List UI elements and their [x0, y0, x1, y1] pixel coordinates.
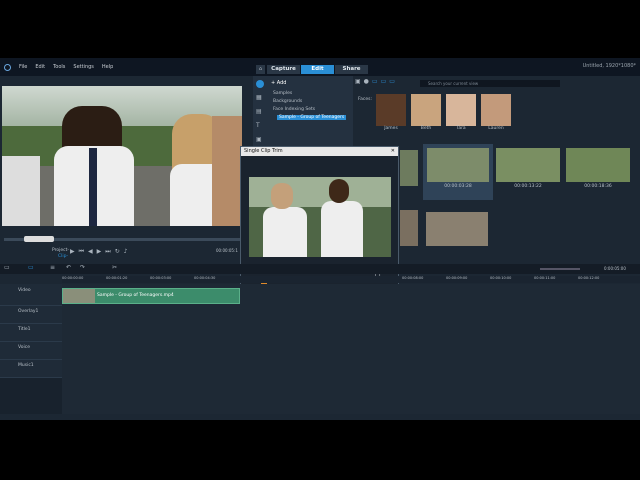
window-title: Untitled, 1920*1080* — [582, 63, 636, 69]
view-audio-icon[interactable]: ▭ — [389, 78, 395, 88]
split-icon[interactable]: ✂ — [112, 264, 117, 272]
tab-capture[interactable]: Capture — [267, 65, 300, 74]
face-label: Tara — [456, 126, 466, 131]
add-label: Add — [276, 80, 287, 86]
preview-video — [2, 86, 242, 226]
track-label: Voice — [18, 345, 30, 350]
timeline-ruler[interactable]: 00:00:00:00 00:00:01:20 00:00:03:00 00:0… — [62, 276, 640, 283]
clip-label: Sample - Group of Teenagers.mp4 — [97, 293, 174, 298]
clip-mode-label[interactable]: Clip- — [58, 254, 68, 259]
graphics-icon[interactable]: ▣ — [256, 136, 262, 144]
track-label: Title1 — [18, 327, 31, 332]
home-start-icon[interactable]: ⏮ — [79, 248, 84, 256]
tree-item-backgrounds[interactable]: Backgrounds — [273, 99, 302, 104]
face-beth[interactable]: Beth — [411, 94, 441, 131]
clip-thumbnail-3[interactable]: 00:00:18:36 — [566, 148, 630, 196]
dialog-titlebar: Single Clip Trim ✕ — [241, 147, 398, 156]
clip-thumbnail-2[interactable]: 00:00:13:22 — [496, 148, 560, 196]
clip-duration: 00:00:13:22 — [514, 184, 542, 189]
face-label: Beth — [420, 126, 432, 131]
tree-item-group-teenagers[interactable]: Sample - Group of Teenagers — [277, 115, 347, 120]
instant-project-icon[interactable]: ▦ — [256, 94, 262, 102]
track-headers: Video Overlay1 Title1 Voice Music1 — [0, 284, 62, 414]
clip-thumbnail-4[interactable] — [400, 210, 418, 246]
timeline-timecode: 0:00:05:00 — [604, 266, 626, 271]
dialog-title: Single Clip Trim — [244, 148, 283, 154]
video-clip[interactable]: Sample - Group of Teenagers.mp4 — [62, 288, 240, 304]
faces-label: Faces: — [358, 97, 373, 102]
zoom-slider[interactable] — [540, 268, 580, 270]
ruler-tick: 00:00:00:00 — [62, 276, 84, 280]
end-icon[interactable]: ⏭ — [105, 248, 110, 256]
import-media-icon[interactable]: ▣ — [355, 78, 361, 88]
menu-edit[interactable]: Edit — [35, 64, 45, 70]
search-input[interactable]: Search your current view — [420, 80, 560, 87]
track-header-title1[interactable]: Title1 — [0, 324, 62, 342]
tree-item-face-indexing[interactable]: Face Indexing Sets — [273, 107, 315, 112]
menu-settings[interactable]: Settings — [73, 64, 94, 70]
home-icon[interactable]: ⌂ — [256, 65, 265, 74]
add-folder-button[interactable]: + Add — [271, 80, 286, 86]
repeat-icon[interactable]: ↻ — [115, 248, 120, 256]
clip-thumbnail-5[interactable] — [426, 212, 488, 246]
ruler-tick: 00:00:09:00 — [446, 276, 468, 280]
view-photo-icon[interactable]: ▭ — [381, 78, 387, 88]
timeline-tracks[interactable]: Sample - Group of Teenagers.mp4 — [62, 284, 640, 414]
face-james[interactable]: James — [376, 94, 406, 131]
track-label: Video — [18, 288, 31, 293]
face-label: Lauren — [488, 126, 504, 131]
play-icon[interactable]: ▶ — [70, 248, 75, 256]
track-header-voice[interactable]: Voice — [0, 342, 62, 360]
title-icon[interactable]: T — [256, 122, 260, 130]
app-logo-icon — [4, 63, 11, 71]
track-header-video[interactable]: Video — [0, 284, 62, 306]
ruler-tick: 00:00:11:00 — [534, 276, 556, 280]
volume-icon[interactable]: ♪ — [124, 248, 128, 256]
track-header-overlay1[interactable]: Overlay1 — [0, 306, 62, 324]
tab-edit[interactable]: Edit — [301, 65, 334, 74]
face-lauren[interactable]: Lauren — [481, 94, 511, 131]
trim-preview-video — [249, 177, 391, 257]
faces-row: James Beth Tara Lauren — [376, 94, 511, 131]
transition-icon[interactable]: ▤ — [256, 108, 262, 116]
ruler-tick: 00:00:12:00 — [578, 276, 600, 280]
next-frame-icon[interactable]: ▶ — [97, 248, 102, 256]
tracks-icon[interactable]: ≡ — [50, 264, 55, 272]
ruler-tick: 00:00:04:30 — [194, 276, 216, 280]
clip-duration: 00:00:03:28 — [444, 184, 472, 189]
menu-file[interactable]: File — [19, 64, 27, 70]
track-header-music1[interactable]: Music1 — [0, 360, 62, 378]
preview-scrubber[interactable] — [4, 236, 240, 242]
clip-thumbnail-1[interactable]: 00:00:03:28 — [423, 144, 493, 200]
application-window: File Edit Tools Settings Help Untitled, … — [0, 58, 640, 420]
ruler-tick: 00:00:08:00 — [402, 276, 424, 280]
track-label: Music1 — [18, 363, 34, 368]
playback-controls: ▶ ⏮ ◀ ▶ ⏭ ↻ ♪ — [70, 248, 128, 256]
view-video-icon[interactable]: ▭ — [372, 78, 378, 88]
menu-help[interactable]: Help — [102, 64, 113, 70]
timeline-view-icon[interactable]: ▭ — [28, 264, 34, 272]
tab-share[interactable]: Share — [335, 65, 368, 74]
menu-tools[interactable]: Tools — [53, 64, 65, 70]
ruler-tick: 00:00:03:00 — [150, 276, 172, 280]
previous-frame-icon[interactable]: ◀ — [88, 248, 93, 256]
tree-item-samples[interactable]: Samples — [273, 91, 292, 96]
track-label: Overlay1 — [18, 309, 39, 314]
preview-timecode: 00:00:05:1 — [216, 248, 238, 253]
record-icon[interactable]: ● — [364, 78, 369, 88]
face-tara[interactable]: Tara — [446, 94, 476, 131]
clip-duration: 00:00:18:36 — [584, 184, 612, 189]
ruler-tick: 00:00:10:00 — [490, 276, 512, 280]
undo-icon[interactable]: ↶ — [66, 264, 71, 272]
face-label: James — [384, 126, 398, 131]
storyboard-icon[interactable]: ▭ — [4, 264, 10, 272]
timeline-toolbar: ▭ ▭ ≡ ↶ ↷ ✂ 0:00:05:00 — [0, 264, 640, 274]
redo-icon[interactable]: ↷ — [80, 264, 85, 272]
close-icon[interactable]: ✕ — [391, 147, 395, 156]
ruler-tick: 00:00:01:20 — [106, 276, 128, 280]
clip-thumbnail-0[interactable] — [400, 150, 418, 186]
media-icon[interactable] — [256, 80, 264, 88]
